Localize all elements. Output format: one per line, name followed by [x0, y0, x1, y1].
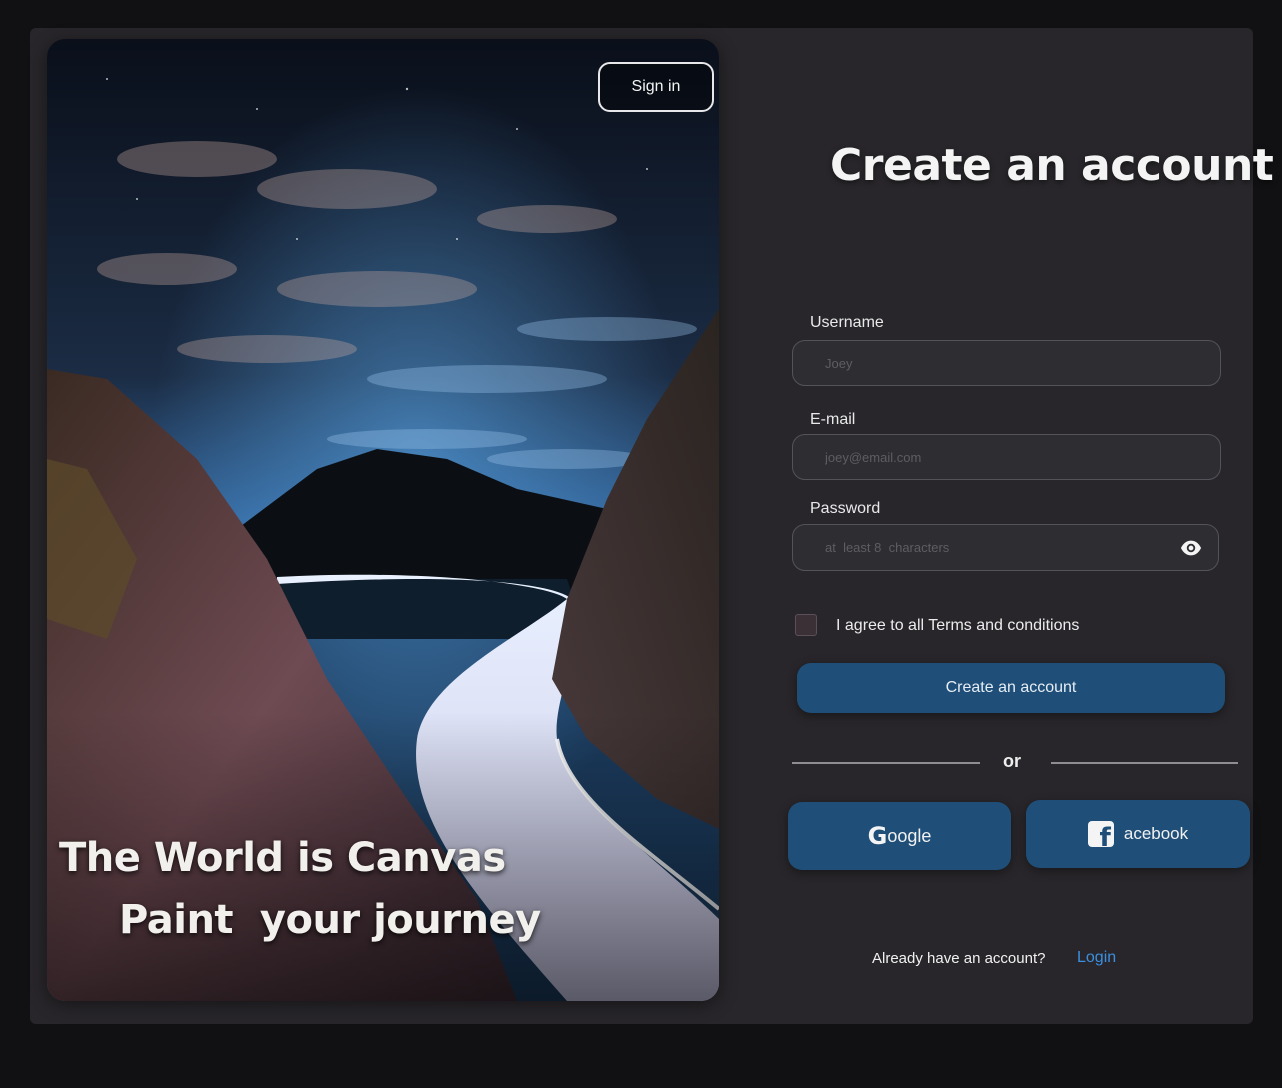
username-field[interactable]	[792, 340, 1221, 386]
username-input[interactable]	[823, 354, 1220, 372]
password-field[interactable]	[792, 524, 1219, 571]
google-label: oogle	[887, 825, 932, 846]
divider-right	[1051, 762, 1238, 764]
username-label: Username	[810, 314, 884, 331]
hero-image-panel: Sign in The World is Canvas Paint your j…	[47, 39, 719, 1001]
sign-in-button[interactable]: Sign in	[598, 62, 714, 112]
divider-or-label: or	[1003, 751, 1021, 771]
facebook-icon: f	[1087, 821, 1114, 847]
email-input[interactable]	[823, 448, 1220, 466]
email-field[interactable]	[792, 434, 1221, 480]
terms-label: I agree to all Terms and conditions	[836, 617, 1080, 634]
divider-left	[792, 762, 980, 764]
google-sign-in-button[interactable]: Google	[788, 802, 1011, 870]
facebook-label: acebook	[1123, 824, 1189, 843]
page-title: Create an account	[830, 140, 1274, 191]
hero-tagline-line1: The World is Canvas	[59, 835, 506, 881]
password-label: Password	[810, 500, 881, 517]
google-icon: G	[867, 822, 888, 850]
login-link[interactable]: Login	[1077, 949, 1116, 967]
facebook-sign-in-button[interactable]: f acebook	[1026, 800, 1250, 868]
hero-tagline-line2: Paint your journey	[119, 897, 541, 943]
create-account-button[interactable]: Create an account	[797, 663, 1225, 713]
terms-checkbox[interactable]	[795, 614, 817, 636]
password-input[interactable]	[823, 539, 1147, 556]
email-label: E-mail	[810, 411, 856, 428]
already-have-account-text: Already have an account?	[872, 950, 1046, 967]
eye-icon[interactable]	[1180, 537, 1202, 559]
